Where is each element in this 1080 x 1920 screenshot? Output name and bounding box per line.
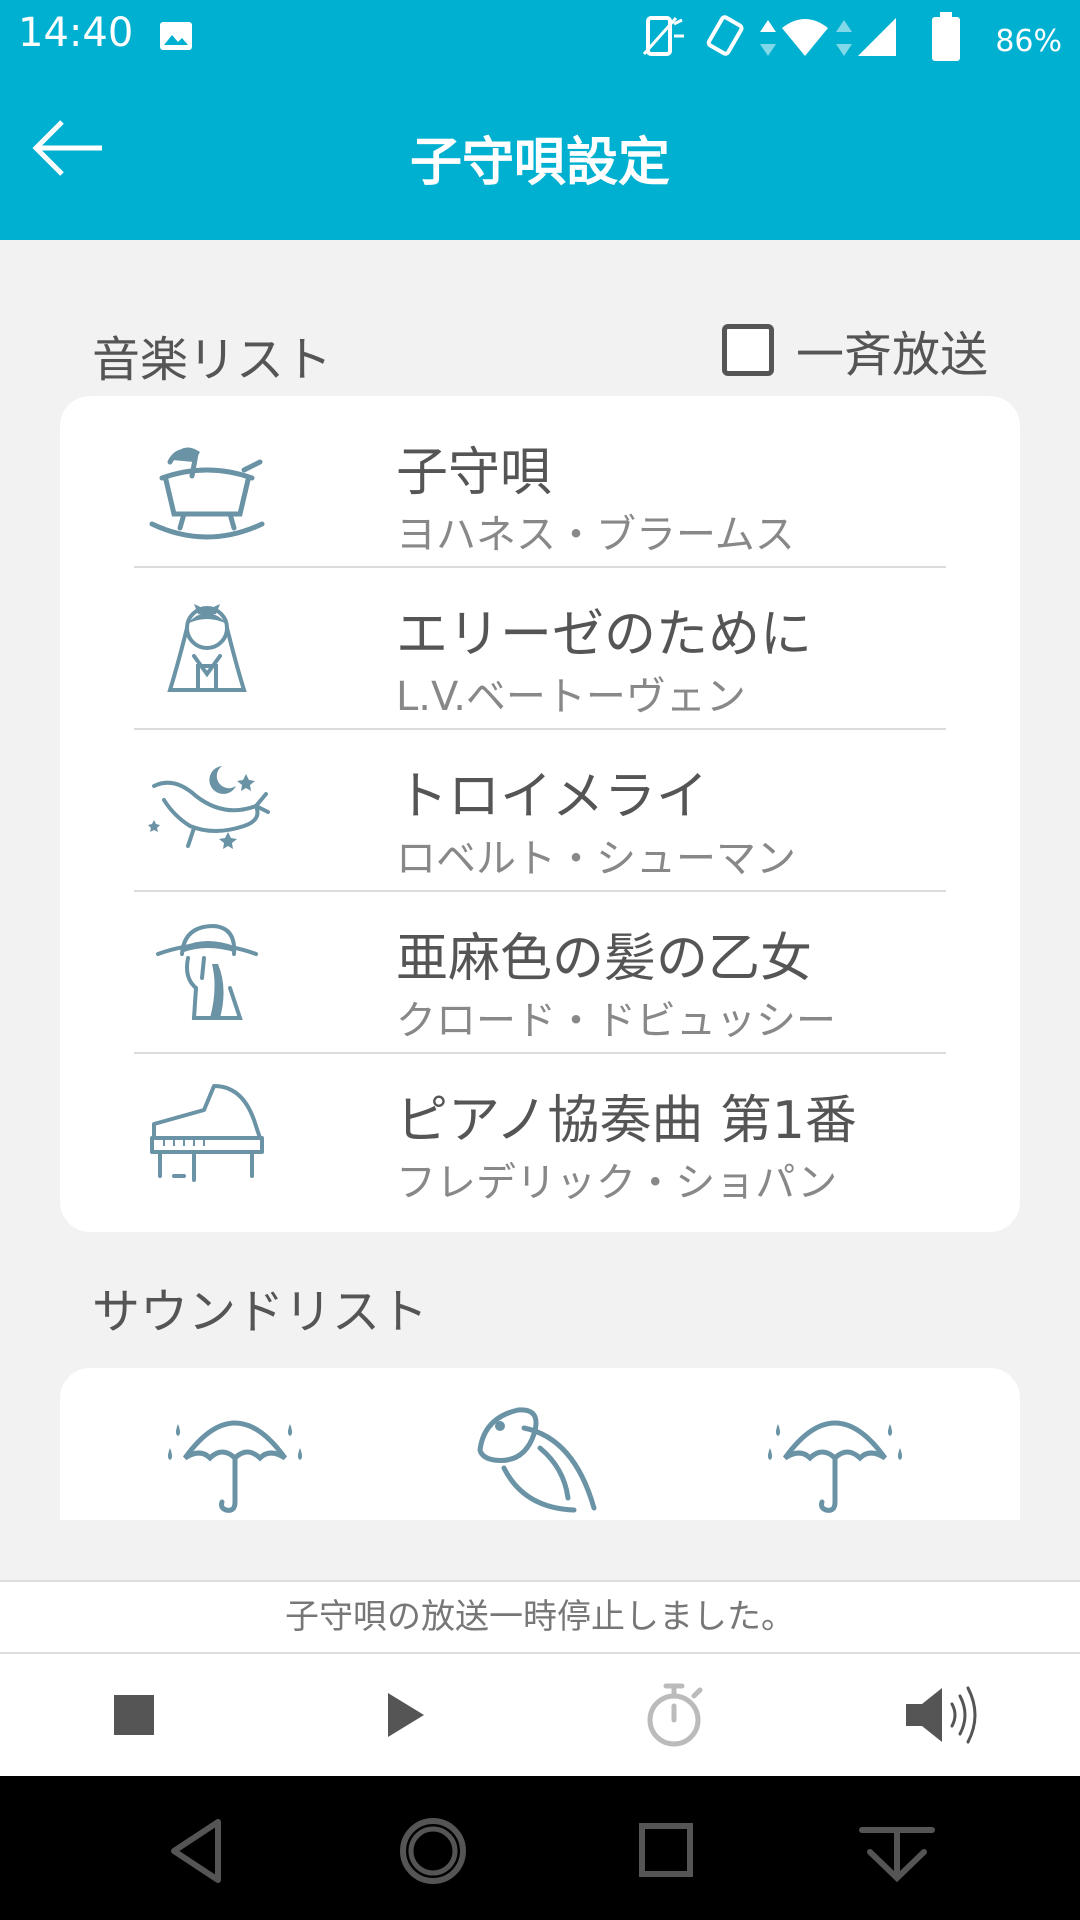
broadcast-label: 一斉放送 [795,327,988,383]
broadcast-checkbox[interactable] [721,324,774,376]
whale-moon-icon [148,766,270,849]
battery-icon [932,12,960,61]
music-item-fur-elise[interactable]: エリーゼのために L.V.ベートーヴェン [134,568,946,730]
girl-icon [167,604,247,692]
piano-icon [150,1084,264,1182]
image-notification-icon [160,22,192,50]
nav-back-button[interactable] [152,1806,242,1896]
music-item-piano-concerto[interactable]: ピアノ協奏曲 第1番 フレデリック・ショパン [134,1054,946,1216]
fish-river-icon [477,1407,597,1513]
wifi-icon [782,19,828,56]
music-title: エリーゼのために [396,605,813,665]
nav-recents-icon [639,1823,693,1877]
music-composer: ロベルト・シューマン [396,836,796,882]
music-list: 子守唄 ヨハネス・ブラームス エリーゼのために L.V.ベートーヴェン トロイメ… [60,396,1020,1232]
speaker-icon [906,1686,977,1744]
status-time: 14:40 [18,10,134,56]
nav-back-icon [171,1819,221,1883]
girl-hat-icon [156,923,258,1020]
nav-recents-button[interactable] [622,1806,712,1896]
volume-button[interactable] [900,1680,980,1750]
sound-list [60,1368,1020,1520]
nav-hide-button[interactable] [852,1806,942,1896]
timer-icon [647,1683,703,1747]
status-icons: 86% [642,12,1062,64]
music-title: 亜麻色の髪の乙女 [396,929,813,989]
music-composer: クロード・ドビュッシー [396,998,836,1044]
music-item-traumerei[interactable]: トロイメライ ロベルト・シューマン [134,730,946,892]
timer-button[interactable] [634,1680,714,1750]
nav-home-button[interactable] [388,1806,478,1896]
music-composer: フレデリック・ショパン [396,1160,838,1206]
stop-button[interactable] [94,1680,174,1750]
broadcast-toggle[interactable]: 一斉放送 [721,320,988,383]
music-composer: ヨハネス・ブラームス [396,512,795,558]
signal-icon [858,18,896,56]
music-item-girl-with-flaxen-hair[interactable]: 亜麻色の髪の乙女 クロード・ドビュッシー [134,892,946,1054]
vibrate-icon [706,15,744,56]
music-item-lullaby[interactable]: 子守唄 ヨハネス・ブラームス [134,406,946,568]
app-bar: 子守唄設定 [0,76,1080,240]
system-nav-bar [0,1776,1080,1920]
music-composer: L.V.ベートーヴェン [396,674,746,720]
status-message: 子守唄の放送一時停止しました。 [0,1580,1080,1654]
nav-home-icon [400,1818,466,1884]
umbrella-rain-icon [768,1420,902,1513]
sound-item-rain[interactable] [160,1398,310,1518]
content: 音楽リスト 一斉放送 子守唄 ヨハネス・ブラームス エリーゼのために L.V.ベ… [0,240,1080,1580]
status-bar: 14:40 86% [0,0,1080,76]
player-controls [0,1654,1080,1776]
play-icon [388,1693,424,1737]
music-list-title: 音楽リスト [92,332,333,388]
cradle-icon [149,447,265,540]
nav-hide-icon [859,1827,935,1883]
data-arrows-icon [760,20,776,56]
sound-list-title: サウンドリスト [92,1284,429,1340]
vibrate-off-icon [642,16,684,56]
page-title: 子守唄設定 [409,133,670,193]
music-title: ピアノ協奏曲 第1番 [396,1091,857,1151]
music-title: トロイメライ [396,767,709,827]
sound-item-river[interactable] [464,1398,614,1518]
stop-icon [114,1695,154,1735]
sound-item-rain-2[interactable] [760,1398,910,1518]
music-title: 子守唄 [396,443,553,503]
play-button[interactable] [364,1680,444,1750]
battery-percent: 86% [995,24,1062,59]
umbrella-rain-icon [168,1420,302,1513]
data-arrows-icon-2 [836,20,852,56]
